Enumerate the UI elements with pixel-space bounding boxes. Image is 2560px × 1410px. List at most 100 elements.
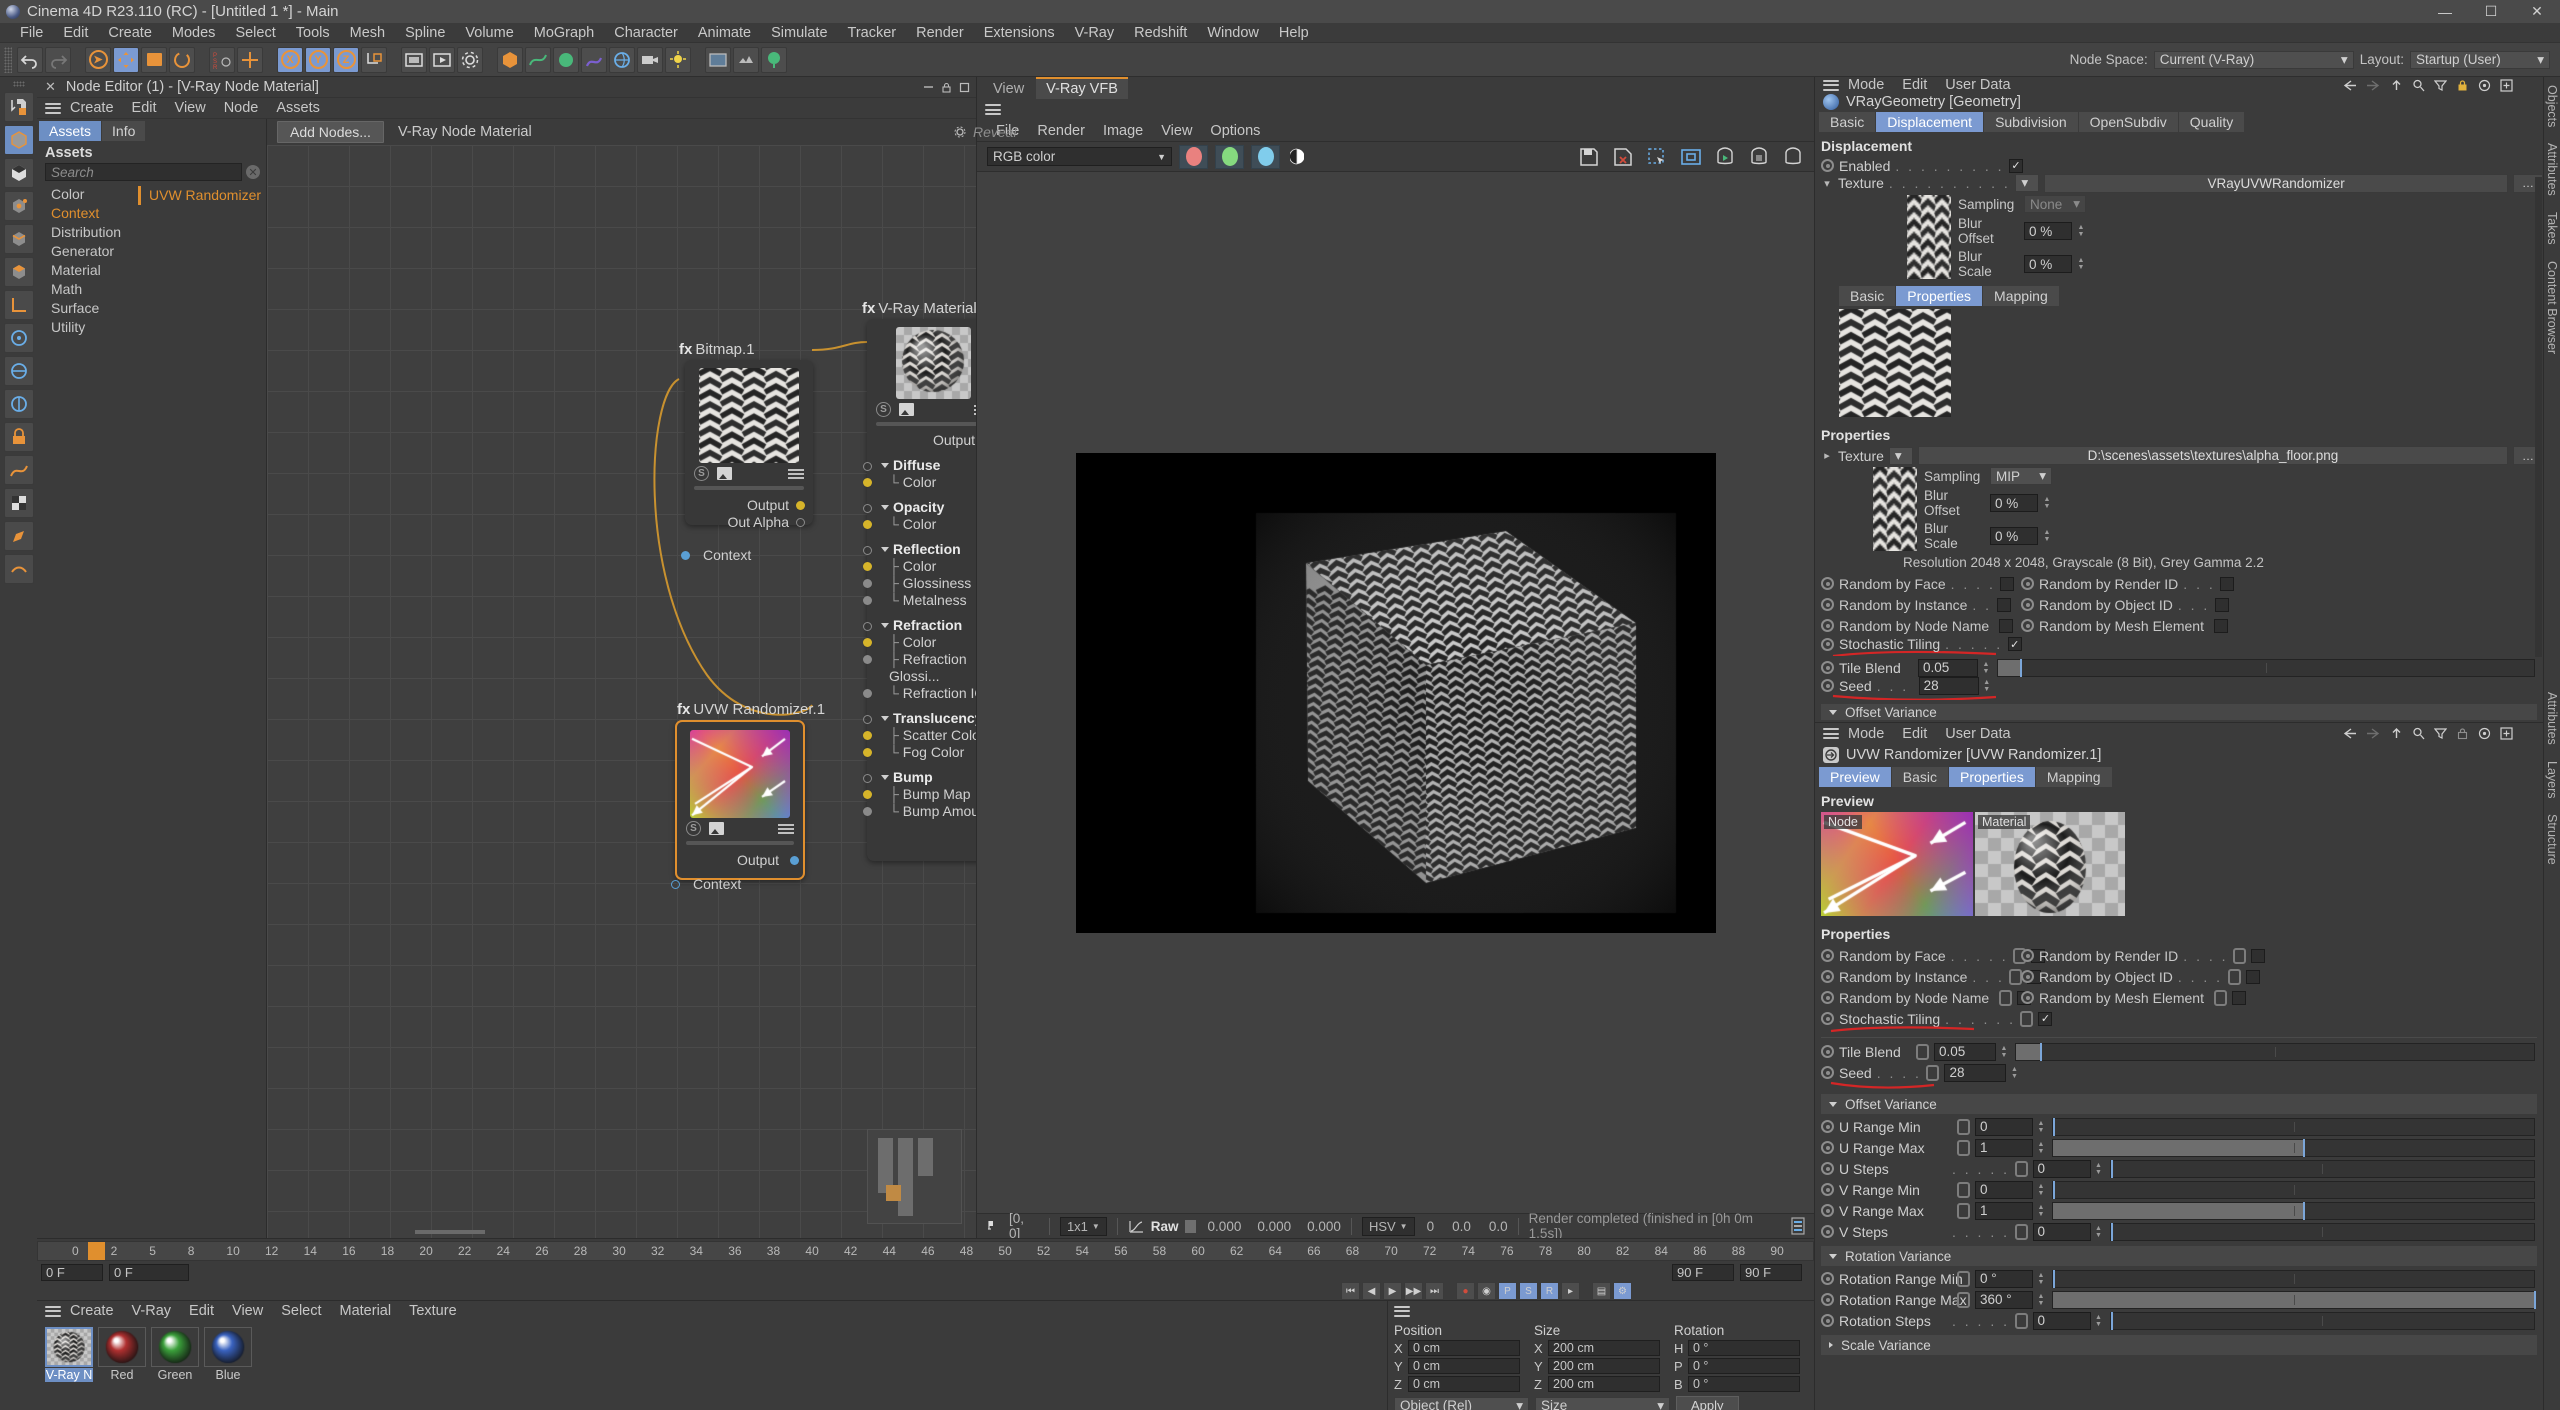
row-value-field[interactable]: 360 °	[1975, 1290, 2033, 1309]
record-button[interactable]: ●	[1456, 1282, 1475, 1300]
bitmap-context-port-row[interactable]: Context	[681, 547, 813, 564]
override-toggle[interactable]	[1957, 1202, 1970, 1219]
rotation-field[interactable]: 0 °	[1688, 1340, 1800, 1356]
menu-file[interactable]: File	[10, 25, 53, 41]
size-mode-dropdown[interactable]: Size ▾	[1535, 1396, 1670, 1410]
param-refraction-glossi---[interactable]: ├ Refraction Glossi...	[863, 651, 976, 685]
goto-start-button[interactable]: ⏮	[1341, 1282, 1360, 1300]
am-top-menu-user-data[interactable]: User Data	[1936, 77, 2019, 93]
row-spinner[interactable]: ▲ ▼	[2093, 1314, 2105, 1328]
key-param-button[interactable]: ▸	[1561, 1282, 1580, 1300]
param-bump-map[interactable]: ├ Bump Map	[863, 786, 976, 803]
subtab-basic[interactable]: Basic	[1839, 286, 1896, 306]
menu-tracker[interactable]: Tracker	[838, 25, 907, 41]
search-icon[interactable]	[2412, 727, 2425, 740]
image-icon[interactable]	[899, 403, 914, 416]
model-mode-button[interactable]	[3, 125, 34, 155]
size-field[interactable]: 200 cm	[1548, 1376, 1660, 1392]
anim-track[interactable]	[1821, 1293, 1834, 1306]
blue-channel-button[interactable]	[1251, 144, 1280, 169]
subtab-properties[interactable]: Properties	[1896, 286, 1983, 306]
row-value-field[interactable]: 0	[2032, 1311, 2091, 1330]
category-generator[interactable]: Generator	[51, 242, 132, 261]
tab-opensubdiv[interactable]: OpenSubdiv	[2078, 112, 2178, 133]
viewport-layout-button[interactable]	[705, 46, 731, 73]
x-axis-lock-button[interactable]: X	[277, 46, 303, 73]
row-value-field[interactable]: 1	[1975, 1201, 2033, 1220]
key-position-button[interactable]: P	[1498, 1282, 1517, 1300]
forward-icon[interactable]	[2366, 727, 2381, 740]
polygons-mode-button[interactable]	[3, 257, 34, 287]
assets-tab-assets[interactable]: Assets	[39, 121, 102, 141]
alpha-channel-button[interactable]	[1287, 148, 1307, 165]
material-item[interactable]: Blue	[204, 1327, 252, 1382]
node-space-dropdown[interactable]: Current (V-Ray) ▾	[2153, 50, 2354, 69]
axis-mode-button[interactable]	[3, 290, 34, 320]
render-view[interactable]	[977, 172, 1814, 1213]
row-spinner[interactable]: ▲ ▼	[2093, 1225, 2105, 1239]
solo-icon[interactable]: S	[686, 821, 701, 836]
am-bottom-menu-mode[interactable]: Mode	[1839, 726, 1893, 742]
node-graph-canvas[interactable]: fx Bitmap.1 S Output Out Alpha Context f…	[267, 145, 976, 1238]
vfb-menu-render[interactable]: Render	[1028, 123, 1094, 139]
row-value-field[interactable]: 0 °	[1975, 1269, 2033, 1288]
matmgr-menu-v-ray[interactable]: V-Ray	[123, 1303, 181, 1319]
override-toggle[interactable]	[2014, 1160, 2028, 1177]
menu-icon[interactable]	[45, 1303, 61, 1319]
tile-blend-slider[interactable]	[1997, 658, 2535, 677]
category-distribution[interactable]: Distribution	[51, 223, 132, 242]
param-bump-amount[interactable]: └ Bump Amount	[863, 803, 976, 820]
param-color[interactable]: └ Color	[863, 474, 976, 491]
anim-track[interactable]	[1821, 949, 1834, 962]
anim-track[interactable]	[1821, 619, 1834, 633]
row-value-field[interactable]: 0	[2032, 1159, 2091, 1178]
rail-grip[interactable]	[12, 81, 25, 87]
region-render-icon[interactable]	[1646, 146, 1668, 168]
world-coordinate-button[interactable]	[361, 46, 387, 73]
y-axis-lock-button[interactable]: Y	[305, 46, 331, 73]
uvw-randomizer-node[interactable]: S Output Context	[671, 720, 805, 892]
color-mode-dropdown[interactable]: HSV ▼	[1361, 1216, 1415, 1236]
anim-track[interactable]	[1821, 1141, 1834, 1154]
viewport-cameras-button[interactable]	[733, 46, 759, 73]
add-generator-button[interactable]	[553, 46, 579, 73]
next-frame-button[interactable]: ▶▶	[1404, 1282, 1423, 1300]
am-bottom-menu-edit[interactable]: Edit	[1893, 726, 1936, 742]
option-checkbox[interactable]	[2231, 990, 2246, 1005]
am-top-menu-mode[interactable]: Mode	[1839, 77, 1893, 93]
menu-select[interactable]: Select	[225, 25, 285, 41]
anim-track[interactable]	[2021, 970, 2034, 983]
add-deformer-button[interactable]	[581, 46, 607, 73]
vray-material-node[interactable]: S Output Diffuse └ Color Opacity └ Color…	[863, 319, 976, 861]
category-color[interactable]: Color	[51, 185, 132, 204]
row-slider[interactable]	[2109, 1222, 2535, 1241]
seed-override-toggle[interactable]	[1926, 1064, 1940, 1081]
sculpt-tools-button[interactable]	[3, 554, 34, 584]
points-mode-button[interactable]	[3, 191, 34, 221]
param-color[interactable]: └ Color	[863, 516, 976, 533]
matmgr-menu-view[interactable]: View	[223, 1303, 272, 1319]
uvw-output-row[interactable]: Output	[677, 852, 803, 869]
crop-region-icon[interactable]	[1680, 146, 1702, 168]
coordinate-mode-dropdown[interactable]: Object (Rel) ▾	[1394, 1396, 1529, 1410]
tile-blend-anim-track[interactable]	[1821, 661, 1834, 675]
row-value-field[interactable]: 0	[1975, 1117, 2033, 1136]
image-icon[interactable]	[709, 822, 724, 835]
category-utility[interactable]: Utility	[51, 318, 132, 337]
option-checkbox[interactable]	[2245, 969, 2260, 984]
stochastic-override-toggle[interactable]	[2020, 1010, 2034, 1027]
anim-track[interactable]	[2021, 577, 2034, 591]
snap-button[interactable]	[3, 323, 34, 353]
lock-icon[interactable]	[2456, 727, 2469, 740]
row-slider[interactable]	[2109, 1159, 2535, 1178]
anim-track[interactable]	[1821, 1120, 1834, 1133]
world-axis-button[interactable]	[237, 46, 263, 73]
node-menu-icon[interactable]	[778, 822, 794, 836]
row-value-field[interactable]: 0	[2032, 1222, 2091, 1241]
option-checkbox[interactable]	[2000, 576, 2015, 591]
paint-tools-button[interactable]	[3, 521, 34, 551]
search-icon[interactable]	[2412, 79, 2425, 92]
minimize-button[interactable]: —	[2422, 0, 2468, 23]
node-menu-edit[interactable]: Edit	[123, 100, 166, 116]
stochastic-checkbox[interactable]: ✓	[2007, 637, 2022, 652]
